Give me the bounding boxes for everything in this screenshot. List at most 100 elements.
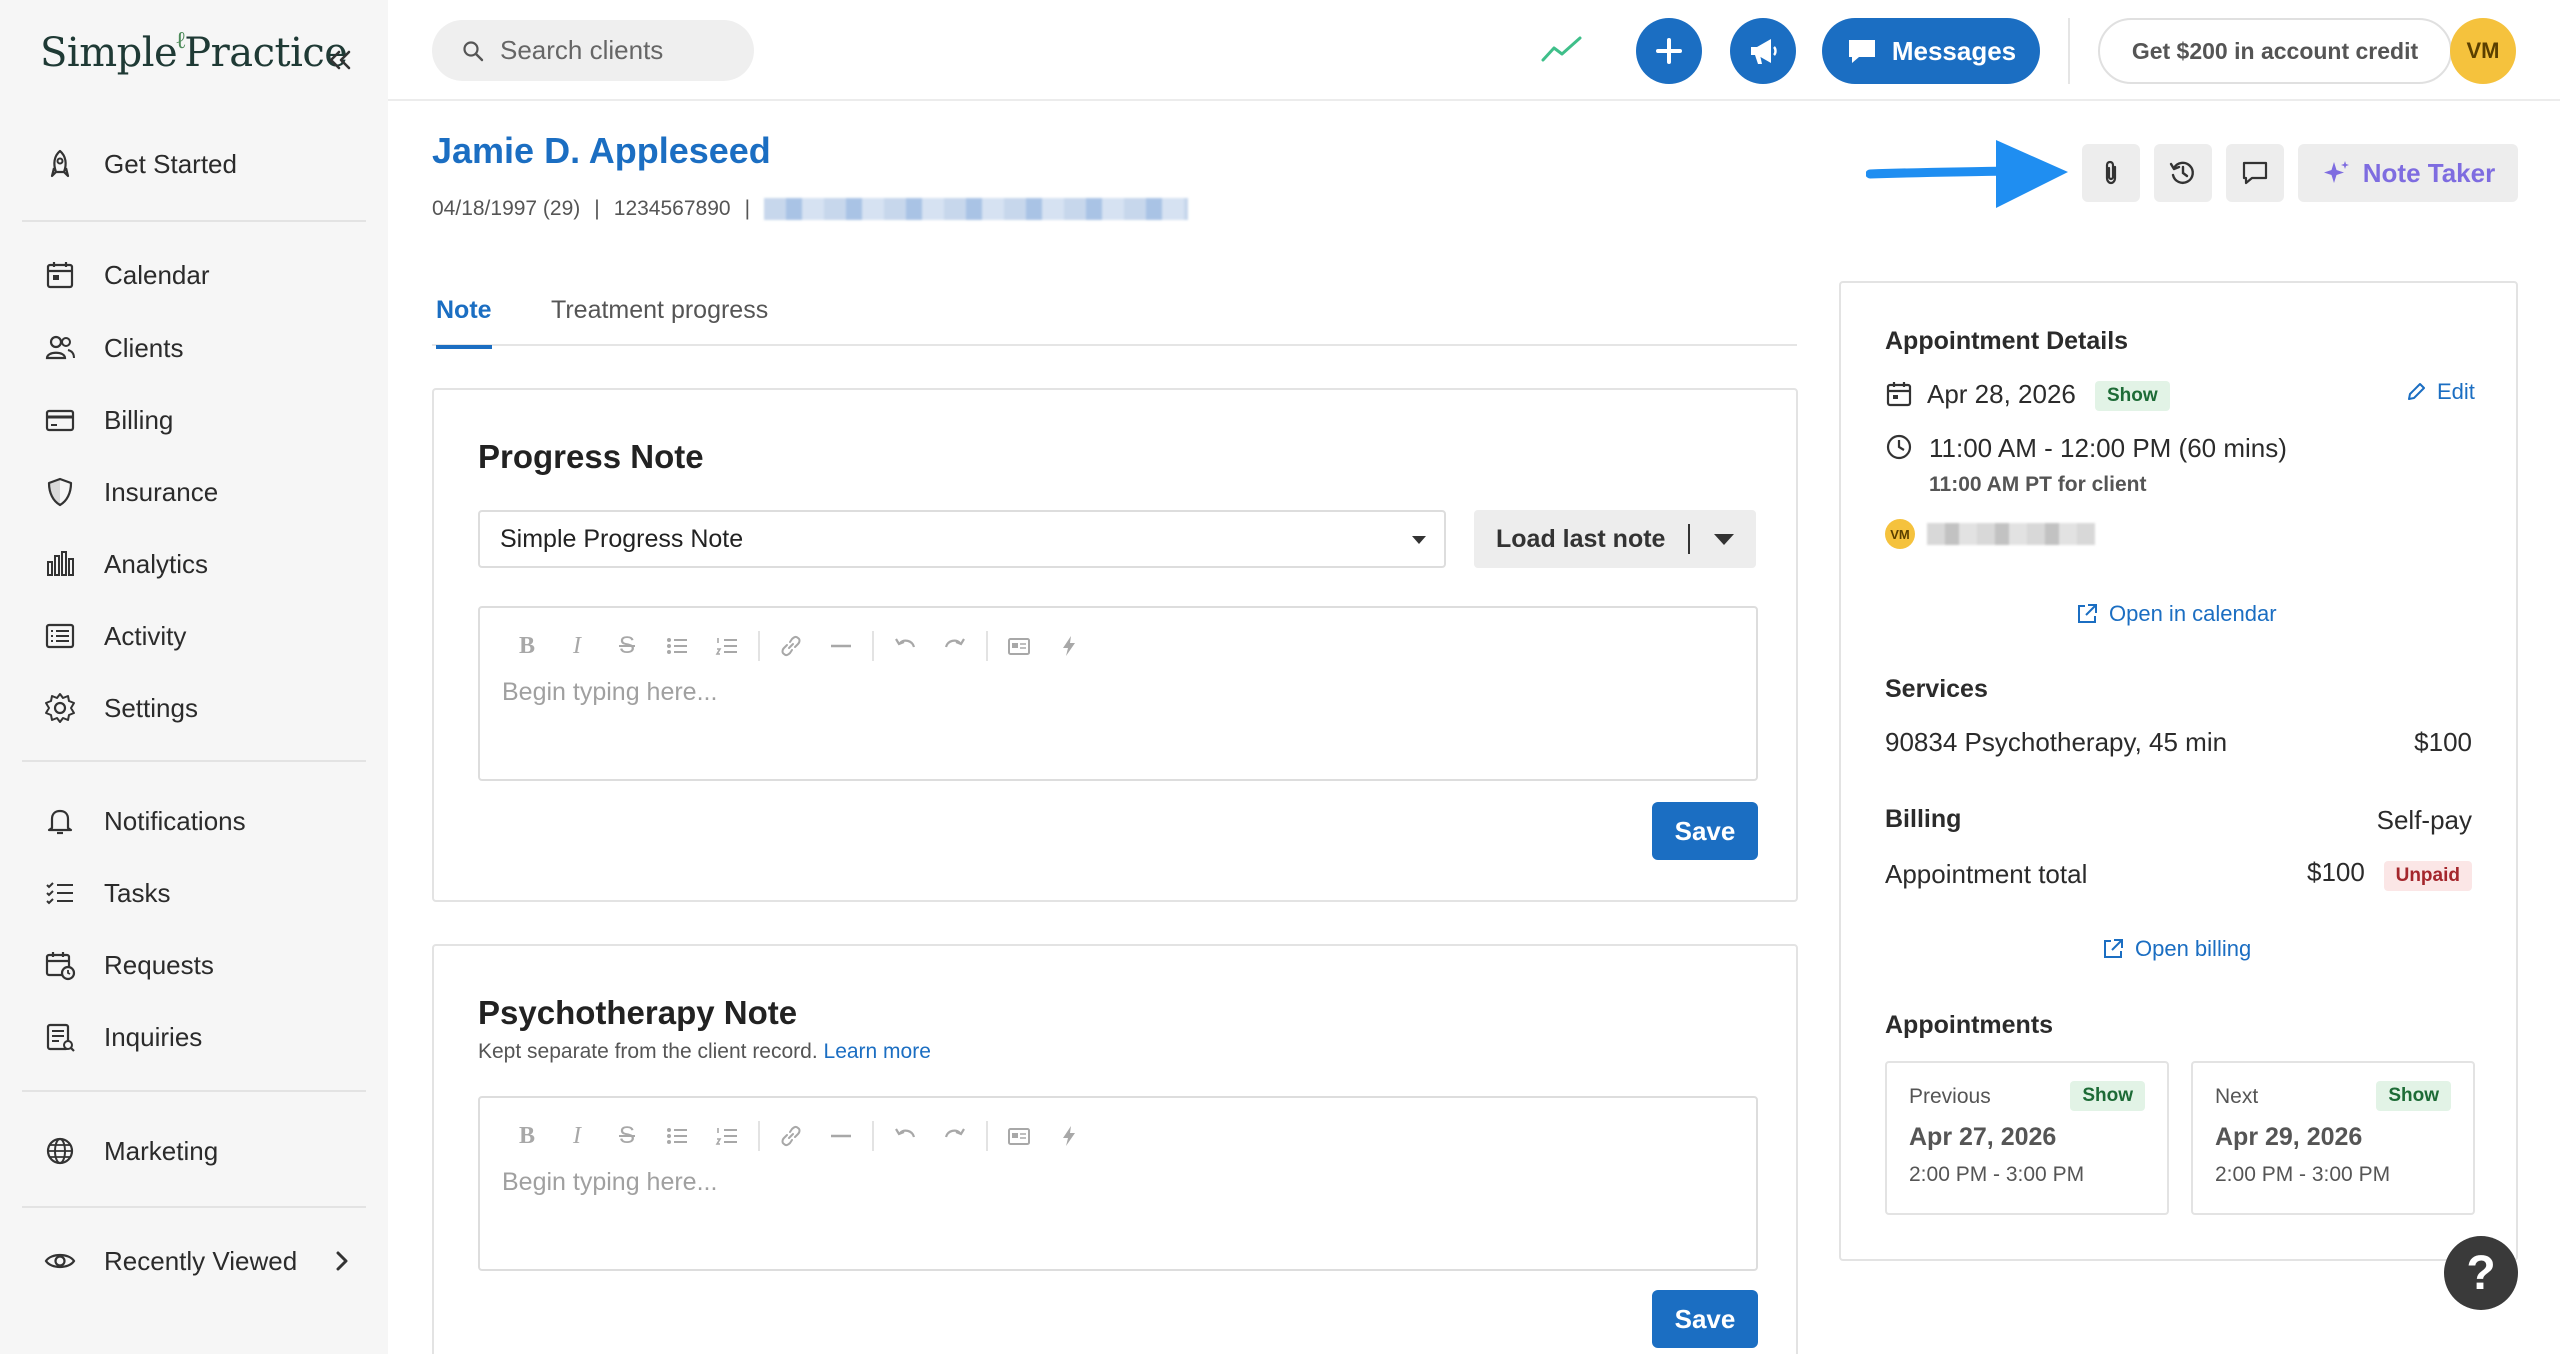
horizontal-rule-icon[interactable]	[816, 1116, 866, 1156]
search-icon	[463, 40, 484, 61]
link-icon[interactable]	[766, 1116, 816, 1156]
status-badge: Show	[2095, 381, 2170, 411]
edit-appointment-link[interactable]: Edit	[2405, 379, 2475, 405]
search-bar[interactable]	[432, 20, 754, 81]
client-name[interactable]: Jamie D. Appleseed	[432, 130, 771, 172]
sidebar-item-get-started[interactable]: Get Started	[40, 136, 237, 192]
note-template-select[interactable]: Simple Progress Note	[478, 510, 1446, 568]
open-billing-link[interactable]: Open billing	[2101, 936, 2251, 962]
help-button[interactable]: ?	[2444, 1236, 2518, 1310]
shield-icon	[40, 472, 80, 512]
psychotherapy-note-textarea[interactable]	[502, 1168, 1722, 1248]
user-avatar[interactable]: VM	[2450, 18, 2516, 84]
sidebar-item-calendar[interactable]: Calendar	[40, 247, 210, 303]
megaphone-icon	[1751, 39, 1777, 64]
appointment-total-value: $100	[2307, 857, 2365, 887]
sidebar-item-label: Analytics	[104, 548, 209, 579]
save-button[interactable]: Save	[1652, 1290, 1758, 1348]
sidebar-item-insurance[interactable]: Insurance	[40, 464, 218, 520]
services-heading: Services	[1885, 675, 1988, 703]
numbered-list-icon[interactable]	[702, 626, 752, 666]
note-taker-button[interactable]: Note Taker	[2298, 144, 2518, 202]
topbar-divider	[2068, 18, 2070, 84]
sidebar-item-tasks[interactable]: Tasks	[40, 865, 170, 921]
sidebar-item-requests[interactable]: Requests	[40, 937, 214, 993]
horizontal-rule-icon[interactable]	[816, 626, 866, 666]
note-tabs: Note Treatment progress	[432, 286, 1797, 349]
load-last-note-button[interactable]: Load last note	[1474, 510, 1756, 568]
sidebar-item-clients[interactable]: Clients	[40, 320, 183, 376]
client-meta: 04/18/1997 (29) | 1234567890 |	[432, 197, 1189, 221]
undo-icon[interactable]	[880, 1116, 930, 1156]
redo-icon[interactable]	[930, 626, 980, 666]
undo-icon[interactable]	[880, 626, 930, 666]
sidebar-item-label: Clients	[104, 332, 184, 363]
status-badge: Show	[2376, 1081, 2451, 1111]
meta-separator: |	[744, 197, 751, 220]
sidebar-item-activity[interactable]: Activity	[40, 608, 186, 664]
previous-label: Previous	[1909, 1085, 1991, 1108]
open-in-calendar-label: Open in calendar	[2109, 601, 2277, 626]
clock-icon	[1886, 434, 1912, 460]
insert-field-icon[interactable]	[994, 626, 1044, 666]
announcements-button[interactable]	[1730, 18, 1796, 84]
annotation-arrow-icon	[1866, 140, 2068, 208]
collapse-sidebar-button[interactable]	[325, 40, 355, 80]
sidebar-item-analytics[interactable]: Analytics	[40, 536, 208, 592]
redo-icon[interactable]	[930, 1116, 980, 1156]
open-billing-label: Open billing	[2135, 936, 2252, 961]
bold-icon[interactable]: B	[502, 626, 552, 666]
chevron-right-icon[interactable]	[330, 1245, 354, 1277]
status-badge: Show	[2070, 1081, 2145, 1111]
attachments-button[interactable]	[2082, 144, 2140, 202]
messages-button[interactable]: Messages	[1822, 18, 2040, 84]
sidebar-item-inquiries[interactable]: Inquiries	[40, 1009, 202, 1065]
next-appointment-card[interactable]: Next Show Apr 29, 2026 2:00 PM - 3:00 PM	[2191, 1061, 2475, 1215]
smart-text-icon[interactable]	[1044, 1116, 1094, 1156]
open-in-calendar-link[interactable]: Open in calendar	[2075, 601, 2277, 627]
smart-text-icon[interactable]	[1044, 626, 1094, 666]
note-template-value: Simple Progress Note	[500, 524, 744, 553]
comments-button[interactable]	[2226, 144, 2284, 202]
insert-field-icon[interactable]	[994, 1116, 1044, 1156]
progress-note-textarea[interactable]	[502, 678, 1722, 758]
italic-icon[interactable]: I	[552, 1116, 602, 1156]
client-dob: 04/18/1997 (29)	[432, 197, 581, 220]
trend-icon[interactable]	[1540, 34, 1584, 64]
progress-note-editor: B I S	[478, 606, 1758, 781]
external-link-icon	[2078, 604, 2097, 623]
app-logo[interactable]: SimpleℓPractice	[40, 26, 348, 76]
numbered-list-icon[interactable]	[702, 1116, 752, 1156]
sidebar-item-notifications[interactable]: Notifications	[40, 793, 246, 849]
sidebar-item-recently-viewed[interactable]: Recently Viewed	[40, 1233, 297, 1289]
sidebar-item-billing[interactable]: Billing	[40, 392, 173, 448]
sidebar-item-label: Notifications	[104, 805, 246, 836]
strikethrough-icon[interactable]: S	[602, 1116, 652, 1156]
italic-icon[interactable]: I	[552, 626, 602, 666]
link-icon[interactable]	[766, 626, 816, 666]
search-input[interactable]	[500, 35, 730, 66]
save-button[interactable]: Save	[1652, 802, 1758, 860]
caret-down-icon	[1412, 536, 1426, 544]
toolbar-separator	[872, 631, 874, 661]
pencil-icon	[2408, 383, 2425, 400]
next-label: Next	[2215, 1085, 2259, 1108]
strikethrough-icon[interactable]: S	[602, 626, 652, 666]
bullet-list-icon[interactable]	[652, 1116, 702, 1156]
sidebar-item-marketing[interactable]: Marketing	[40, 1123, 218, 1179]
sidebar-item-settings[interactable]: Settings	[40, 680, 198, 736]
bold-icon[interactable]: B	[502, 1116, 552, 1156]
gear-icon	[40, 688, 80, 728]
caret-down-icon[interactable]	[1714, 534, 1734, 545]
tab-note[interactable]: Note	[436, 296, 492, 349]
tab-treatment-progress[interactable]: Treatment progress	[551, 296, 768, 345]
sidebar-item-label: Marketing	[104, 1135, 219, 1166]
toolbar-separator	[758, 631, 760, 661]
history-button[interactable]	[2154, 144, 2212, 202]
billing-heading: Billing	[1885, 805, 1962, 833]
bullet-list-icon[interactable]	[652, 626, 702, 666]
previous-appointment-card[interactable]: Previous Show Apr 27, 2026 2:00 PM - 3:0…	[1885, 1061, 2169, 1215]
account-credit-button[interactable]: Get $200 in account credit	[2098, 18, 2452, 84]
add-button[interactable]	[1636, 18, 1702, 84]
learn-more-link[interactable]: Learn more	[824, 1040, 931, 1063]
